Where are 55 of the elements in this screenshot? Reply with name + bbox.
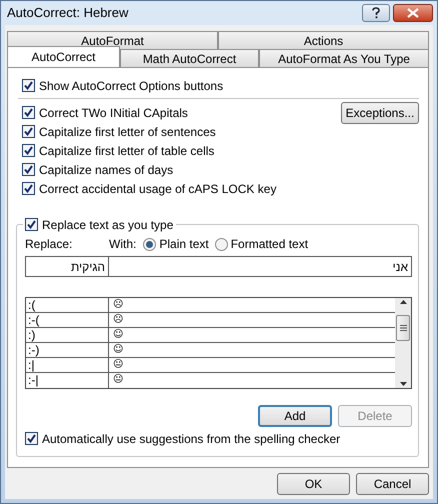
checkbox-label[interactable]: Correct accidental usage of cAPS LOCK key — [39, 180, 276, 198]
checkbox[interactable] — [22, 79, 35, 92]
table-cell[interactable]: ☺ — [109, 343, 395, 357]
help-button[interactable] — [362, 4, 390, 22]
checkbox[interactable] — [25, 218, 38, 231]
exceptions-button[interactable]: Exceptions... — [341, 102, 419, 124]
close-icon — [407, 8, 419, 18]
window-title: AutoCorrect: Hebrew — [7, 4, 128, 22]
scroll-up-icon[interactable] — [400, 300, 406, 304]
radio-button[interactable] — [214, 238, 228, 250]
table-cell[interactable]: :) — [26, 328, 109, 342]
scrollbar[interactable] — [395, 298, 411, 388]
checkbox-label[interactable]: Replace text as you type — [42, 216, 174, 234]
checkbox-label[interactable]: Correct TWo INitial CApitals — [39, 104, 188, 122]
tab[interactable]: AutoFormat As You Type — [259, 49, 429, 67]
checkbox[interactable] — [25, 432, 38, 445]
close-button[interactable] — [393, 4, 433, 22]
radio-label[interactable]: Plain text — [159, 235, 209, 253]
table-cell[interactable]: ☺ — [109, 328, 395, 342]
checkbox[interactable] — [22, 182, 35, 195]
table-cell[interactable]: :-| — [26, 373, 109, 388]
checkbox-label[interactable]: Show AutoCorrect Options buttons — [39, 76, 224, 94]
table-cell[interactable]: :( — [26, 298, 109, 312]
field-label: With: — [109, 236, 136, 253]
table-cell[interactable]: ☹ — [109, 298, 395, 312]
help-icon — [372, 7, 380, 19]
checkbox-label[interactable]: Capitalize names of days — [39, 160, 174, 178]
scroll-down-icon[interactable] — [400, 382, 406, 386]
checkbox[interactable] — [22, 106, 35, 119]
tab[interactable]: Actions — [218, 31, 429, 49]
radio-button[interactable] — [143, 238, 156, 250]
tab[interactable]: Math AutoCorrect — [120, 49, 259, 67]
tab[interactable]: AutoCorrect — [7, 46, 120, 67]
checkbox-label[interactable]: Capitalize first letter of sentences — [39, 122, 216, 140]
dialog-button[interactable]: Cancel — [356, 472, 429, 494]
checkbox[interactable] — [22, 163, 35, 176]
checkbox[interactable] — [22, 144, 35, 157]
checkbox-label[interactable]: Automatically use suggestions from the spelling checker — [42, 430, 340, 448]
action-button[interactable]: Add — [258, 405, 332, 427]
checkbox[interactable] — [22, 125, 35, 138]
with-field[interactable]: אני — [109, 256, 412, 277]
scroll-thumb[interactable] — [396, 314, 410, 341]
table-cell[interactable]: :| — [26, 358, 109, 372]
table-cell[interactable]: 😐 — [109, 358, 395, 372]
tab[interactable]: AutoFormat — [7, 31, 218, 49]
table-cell[interactable]: ☹ — [109, 313, 395, 327]
field-label: Replace: — [25, 236, 74, 253]
checkbox-label[interactable]: Capitalize first letter of table cells — [39, 142, 214, 160]
grip-icon — [400, 324, 406, 331]
table-cell[interactable]: 😐 — [109, 373, 395, 388]
dialog-button[interactable]: OK — [277, 472, 350, 494]
replace-field[interactable]: הגיקית — [25, 256, 109, 277]
radio-label[interactable]: Formatted text — [230, 235, 308, 253]
table-cell[interactable]: :-) — [26, 343, 109, 357]
table-cell[interactable]: :-( — [26, 313, 109, 327]
